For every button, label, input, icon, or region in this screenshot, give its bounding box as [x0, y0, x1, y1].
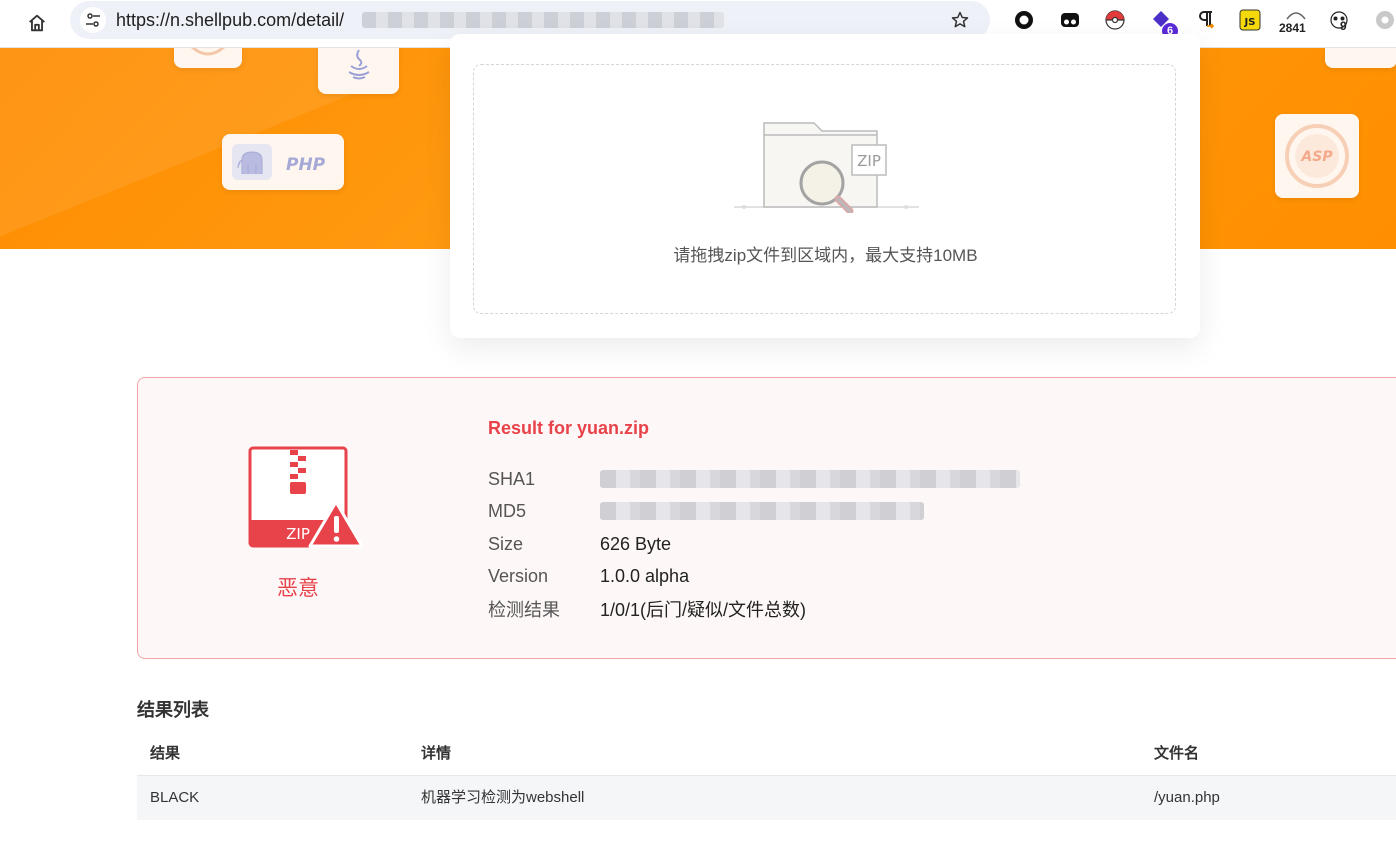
pilcrow-extension-icon[interactable] [1193, 7, 1219, 33]
header-result: 结果 [150, 745, 181, 762]
php-card: PHP [222, 134, 344, 190]
table-header: 结果 详情 文件名 [137, 732, 1396, 776]
panda-badge: 9 [1340, 19, 1347, 33]
results-table: 结果 详情 文件名 BLACK 机器学习检测为webshell /yuan.ph… [137, 732, 1396, 820]
verdict-label: 恶意 [277, 577, 319, 600]
java-card [318, 48, 399, 94]
circle-extension-icon[interactable] [1011, 7, 1037, 33]
js-extension-icon[interactable]: JS [1237, 7, 1263, 33]
header-filename: 文件名 [1154, 745, 1200, 762]
url-text: https://n.shellpub.com/detail/ [116, 10, 345, 30]
results-list-title: 结果列表 [137, 700, 209, 720]
size-value: 626 Byte [600, 533, 672, 554]
md5-redacted [600, 502, 924, 520]
sha1-row: SHA1 [488, 463, 1020, 495]
pokeball-extension-icon[interactable] [1102, 7, 1128, 33]
detection-row: 检测结果 1/0/1(后门/疑似/文件总数) [488, 593, 806, 625]
detection-value: 1/0/1(后门/疑似/文件总数) [600, 600, 807, 620]
js-label: JS [1244, 17, 1256, 28]
header-detail: 详情 [421, 745, 452, 762]
result-title: Result for yuan.zip [488, 418, 650, 438]
row-detail: 机器学习检测为webshell [421, 789, 585, 806]
language-card-edge [1325, 48, 1396, 68]
diamond-extension-icon[interactable]: 6 [1148, 7, 1178, 39]
php-label: PHP [286, 155, 326, 175]
sha1-label: SHA1 [488, 468, 536, 489]
java-icon [347, 49, 370, 80]
version-value: 1.0.0 alpha [600, 565, 690, 586]
zip-dropzone[interactable]: ZIP 请拖拽zip文件到区域内，最大支持10MB [473, 64, 1176, 314]
home-icon[interactable] [22, 8, 52, 38]
size-label: Size [488, 533, 524, 554]
upload-panel: ZIP 请拖拽zip文件到区域内，最大支持10MB [450, 34, 1200, 338]
dropzone-hint: 请拖拽zip文件到区域内，最大支持10MB [673, 246, 978, 265]
tune-icon[interactable] [80, 7, 106, 33]
zip-illustration-label: ZIP [857, 152, 881, 170]
asp-card: ASP [1275, 114, 1359, 198]
version-label: Version [488, 565, 549, 586]
counter-value: 2841 [1279, 21, 1306, 35]
counter-extension-icon[interactable]: 2841 [1279, 7, 1307, 35]
panda-extension-icon[interactable]: 9 [1326, 7, 1352, 33]
row-filename: /yuan.php [1154, 789, 1220, 806]
version-row: Version 1.0.0 alpha [488, 560, 689, 592]
sha1-redacted [600, 470, 1020, 488]
mask-extension-icon[interactable] [1057, 7, 1083, 33]
url-redacted [362, 12, 724, 28]
detection-label: 检测结果 [488, 600, 560, 620]
row-result: BLACK [150, 789, 200, 806]
ruby-card [174, 48, 242, 68]
zip-icon-label: ZIP [286, 525, 310, 543]
result-card: ZIP 恶意 Result for yuan.zip SHA1 MD5 Size… [137, 377, 1396, 659]
gear-extension-icon[interactable] [1372, 7, 1396, 33]
size-row: Size 626 Byte [488, 528, 671, 560]
star-icon[interactable] [948, 8, 972, 32]
table-row[interactable]: BLACK 机器学习检测为webshell /yuan.php [137, 776, 1396, 820]
malicious-zip-icon: ZIP [248, 446, 364, 548]
asp-label: ASP [1300, 149, 1333, 165]
folder-search-icon: ZIP [734, 122, 919, 213]
md5-label: MD5 [488, 500, 527, 521]
md5-row: MD5 [488, 495, 924, 527]
